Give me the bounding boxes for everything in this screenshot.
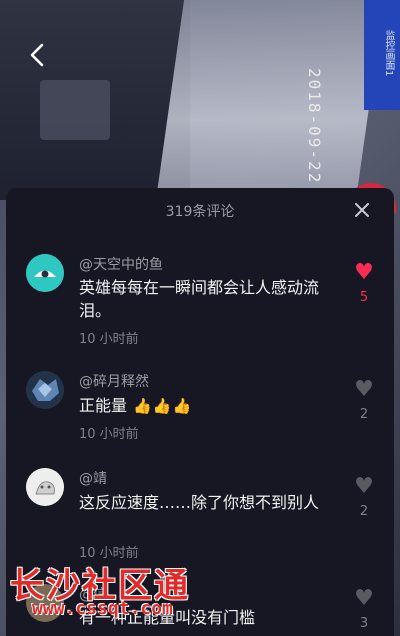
comment-text: 英雄每每在一瞬间都会让人感动流泪。 <box>79 278 320 320</box>
close-icon <box>355 203 369 217</box>
like-button[interactable]: ♥ 5 <box>352 260 376 306</box>
like-count: 2 <box>359 504 369 519</box>
back-button[interactable] <box>22 40 52 70</box>
site-watermark: 长沙社区通 www.cssqt.com <box>10 558 260 628</box>
comment-panel-header: 319条评论 <box>6 188 394 233</box>
comment-time: 10 小时前 <box>79 332 139 347</box>
comment-text: 这反应速度……除了你想不到别人 <box>79 493 320 512</box>
comment-item: @靖 这反应速度……除了你想不到别人 10 小时前 ♥ 2 <box>6 463 394 573</box>
heart-outline-icon: ♥ <box>354 586 374 611</box>
comment-item: @天空中的鱼 英雄每每在一瞬间都会让人感动流泪。 10 小时前 ♥ 5 <box>6 246 394 356</box>
comment-username[interactable]: @碎月释然 <box>79 371 149 391</box>
avatar-crystal-icon <box>26 371 64 409</box>
avatar[interactable] <box>26 254 64 292</box>
watermark-url: www.cssqt.com <box>32 598 173 619</box>
like-count: 5 <box>359 290 369 305</box>
comment-time: 10 小时前 <box>79 427 139 442</box>
video-corner-text: 监控画面1 <box>383 30 394 77</box>
comment-username[interactable]: @靖 <box>79 468 107 488</box>
comment-item: @碎月释然 正能量 👍👍👍 10 小时前 ♥ 2 <box>6 363 394 453</box>
heart-outline-icon: ♥ <box>354 377 374 402</box>
close-button[interactable] <box>350 198 374 222</box>
avatar-sketch-icon <box>26 468 64 506</box>
like-count: 3 <box>359 616 369 631</box>
avatar[interactable] <box>26 468 64 506</box>
comment-text: 正能量 <box>79 396 128 415</box>
like-button[interactable]: ♥ 2 <box>352 474 376 520</box>
thumbs-up-icon: 👍 <box>172 397 192 415</box>
video-timestamp: 2018-09-22 <box>305 68 324 185</box>
like-button[interactable]: ♥ 3 <box>352 586 376 632</box>
comment-username[interactable]: @天空中的鱼 <box>79 254 163 274</box>
thumbs-up-icon: 👍 <box>133 397 152 415</box>
avatar[interactable] <box>26 371 64 409</box>
like-count: 2 <box>359 407 369 422</box>
comment-text-wrap: 正能量 👍👍👍 <box>79 394 329 418</box>
video-wall <box>155 0 385 200</box>
comment-count-title: 319条评论 <box>165 203 235 220</box>
chevron-left-icon <box>30 43 44 67</box>
thumbs-up-icon: 👍 <box>152 397 172 415</box>
video-poster <box>40 80 110 140</box>
heart-filled-icon: ♥ <box>354 260 374 285</box>
heart-outline-icon: ♥ <box>354 474 374 499</box>
like-button[interactable]: ♥ 2 <box>352 377 376 423</box>
avatar-eye-icon <box>26 254 64 292</box>
